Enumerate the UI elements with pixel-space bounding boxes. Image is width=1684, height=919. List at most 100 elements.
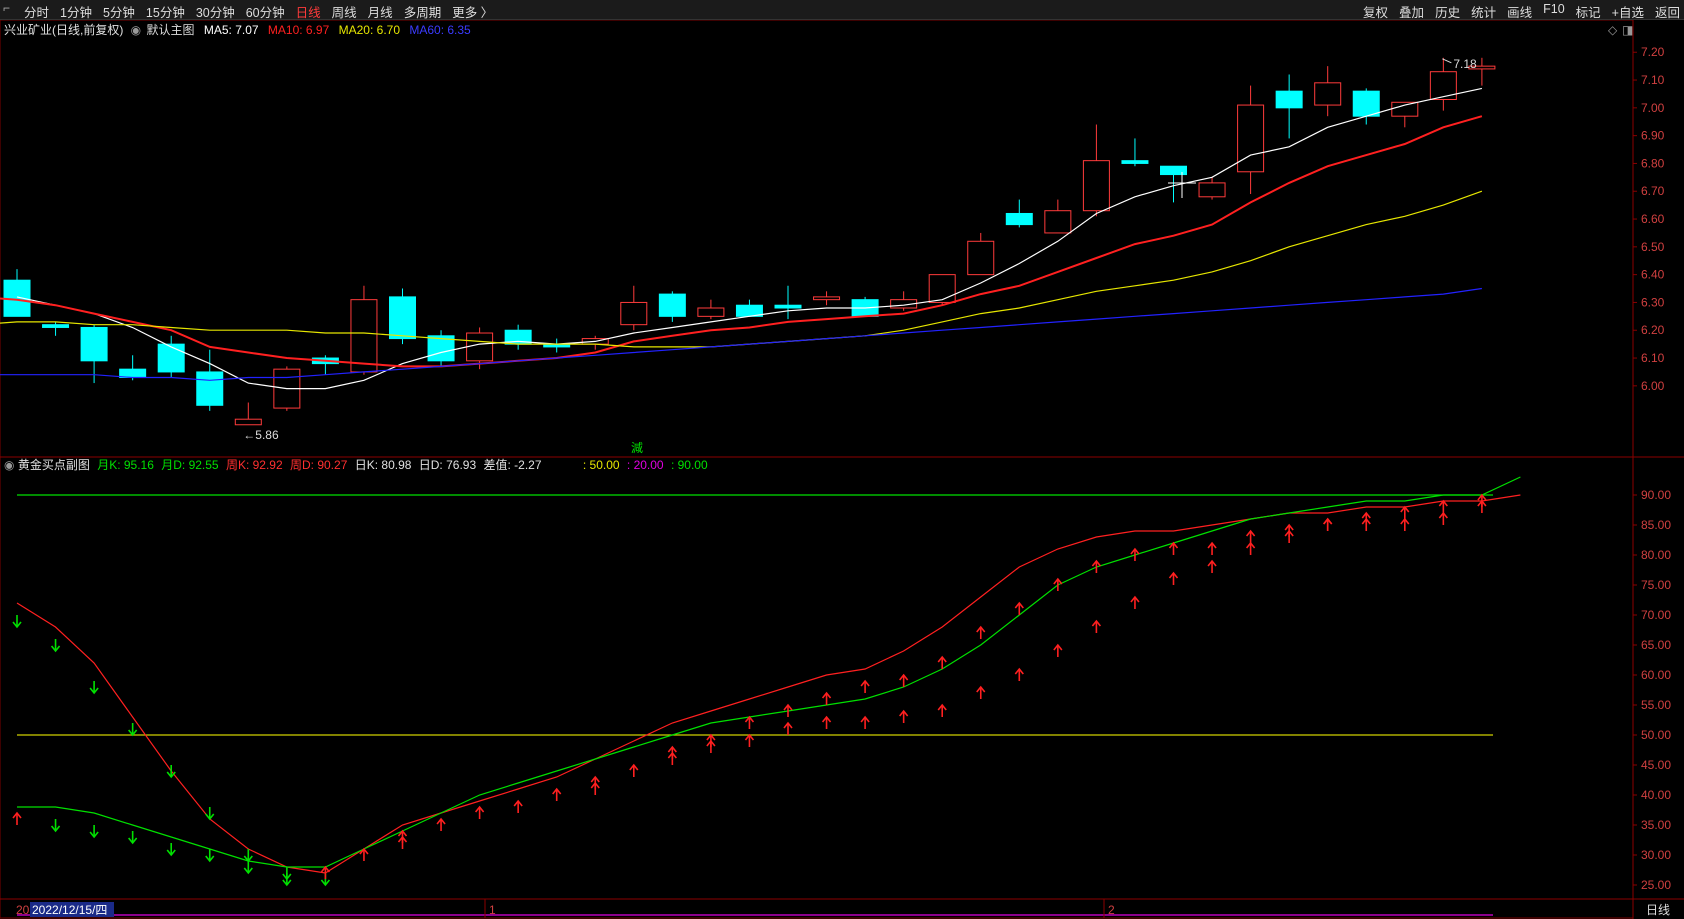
y-tick-label: 6.70 (1641, 184, 1665, 198)
up-arrow-icon (1245, 529, 1256, 543)
y-tick-label: 40.00 (1641, 788, 1671, 802)
period-tab-5[interactable]: 60分钟 (246, 2, 285, 21)
tool-button-2[interactable]: 历史 (1435, 2, 1460, 21)
candle (311, 355, 339, 375)
up-arrow-icon (976, 625, 986, 639)
candle-body (1198, 182, 1226, 198)
candle-body (42, 324, 70, 328)
period-tabs: 分时 1分钟 5分钟 15分钟 30分钟 60分钟 日线 周线 月线 多周期 更多 〉 (24, 2, 504, 21)
candle (427, 330, 455, 367)
up-arrow-icon (1014, 667, 1024, 681)
up-arrow-icon (629, 763, 639, 777)
tool-button-7[interactable]: +自选 (1612, 2, 1644, 21)
y-tick-label: 6.20 (1641, 323, 1665, 337)
candle (1082, 124, 1110, 217)
tool-button-4[interactable]: 画线 (1507, 2, 1532, 21)
period-tab-2[interactable]: 5分钟 (103, 2, 135, 21)
x-axis-first-label: 20 (16, 903, 30, 917)
period-tab-7[interactable]: 周线 (332, 2, 357, 21)
candle-body (1352, 90, 1380, 117)
down-arrow-icon (50, 819, 61, 833)
candle (543, 338, 571, 353)
period-tab-1[interactable]: 1分钟 (60, 2, 92, 21)
signal-marker: 減 (631, 440, 643, 455)
up-arrow-icon (1245, 541, 1256, 555)
candle (890, 291, 918, 311)
period-tab-8[interactable]: 月线 (368, 2, 393, 21)
period-label: 日线 (1646, 903, 1670, 917)
up-arrow-icon (1053, 643, 1063, 657)
y-tick-label: 6.00 (1641, 379, 1665, 393)
candle-body (1160, 165, 1187, 176)
candle (1237, 85, 1265, 195)
candle (774, 285, 802, 320)
up-arrow-icon (1438, 511, 1448, 525)
y-tick-label: 85.00 (1641, 518, 1671, 532)
candle (1391, 101, 1419, 128)
candle-body (658, 293, 686, 317)
y-tick-label: 6.80 (1641, 156, 1665, 170)
up-arrow-icon (12, 811, 22, 825)
kd-line-1 (17, 476, 1521, 868)
up-arrow-icon (1091, 619, 1102, 633)
top-toolbar: ⌐ 分时 1分钟 5分钟 15分钟 30分钟 60分钟 日线 周线 月线 多周期 更多 〉 复权 叠加… (0, 0, 1684, 20)
tool-button-0[interactable]: 复权 (1363, 2, 1388, 21)
up-arrow-icon (1053, 577, 1063, 591)
candle-body (967, 240, 995, 276)
y-tick-label: 75.00 (1641, 578, 1671, 592)
candle-body (1391, 101, 1419, 117)
ma-line-ma20 (0, 190, 1483, 348)
up-arrow-icon (783, 721, 793, 735)
pin-icon[interactable]: ⌐ (3, 1, 10, 15)
candle-body (620, 301, 648, 326)
candle-body (196, 371, 224, 406)
y-tick-label: 70.00 (1641, 608, 1671, 622)
period-tab-9[interactable]: 多周期 (404, 2, 442, 21)
candle-body (466, 332, 494, 362)
down-arrow-icon (128, 723, 138, 737)
up-arrow-icon (1130, 595, 1140, 609)
up-arrow-icon (899, 709, 909, 723)
candle-body (813, 296, 841, 301)
candle-body (1121, 160, 1149, 164)
cursor-date-label: 2022/12/15/四 (32, 903, 107, 917)
up-arrow-icon (1168, 541, 1179, 555)
up-arrow-icon (1400, 505, 1410, 519)
period-tab-3[interactable]: 15分钟 (146, 2, 185, 21)
period-tab-10[interactable]: 更多 〉 (452, 2, 493, 21)
up-arrow-icon (1130, 547, 1140, 561)
down-arrow-icon (205, 807, 215, 821)
candle-body (1044, 210, 1072, 234)
tool-button-1[interactable]: 叠加 (1399, 2, 1424, 21)
period-tab-4[interactable]: 30分钟 (196, 2, 235, 21)
y-tick-label: 7.20 (1641, 45, 1665, 59)
up-arrow-icon (821, 691, 832, 705)
y-tick-label: 6.40 (1641, 268, 1665, 282)
tool-button-8[interactable]: 返回 (1655, 2, 1680, 21)
low-annotation: ←5.86 (243, 428, 279, 442)
up-arrow-icon (860, 715, 870, 729)
tool-button-6[interactable]: 标记 (1576, 2, 1601, 21)
candle (1314, 66, 1342, 117)
y-tick-label: 30.00 (1641, 848, 1671, 862)
up-arrow-icon (744, 715, 755, 729)
y-tick-label: 6.10 (1641, 351, 1665, 365)
tool-button-5[interactable]: F10 (1543, 2, 1565, 21)
candle (813, 291, 841, 306)
period-tab-0[interactable]: 分时 (24, 2, 49, 21)
chart-canvas[interactable]: 6.00 6.10 6.20 6.30 6.40 6.50 6.60 6.70 6.80 6.90… (0, 20, 1684, 919)
candle-body (157, 343, 185, 373)
up-arrow-icon (552, 787, 562, 801)
up-arrow-icon (937, 703, 947, 717)
y-tick-label: 25.00 (1641, 878, 1671, 892)
candle (620, 285, 648, 331)
down-arrow-icon (128, 831, 138, 845)
down-arrow-icon (12, 615, 22, 629)
y-tick-label: 6.30 (1641, 295, 1665, 309)
up-arrow-icon (821, 715, 832, 729)
period-tab-6[interactable]: 日线 (296, 2, 321, 21)
tool-button-3[interactable]: 统计 (1471, 2, 1496, 21)
up-arrow-icon (1477, 499, 1487, 513)
up-arrow-icon (1284, 529, 1294, 543)
up-arrow-icon (1207, 541, 1217, 555)
